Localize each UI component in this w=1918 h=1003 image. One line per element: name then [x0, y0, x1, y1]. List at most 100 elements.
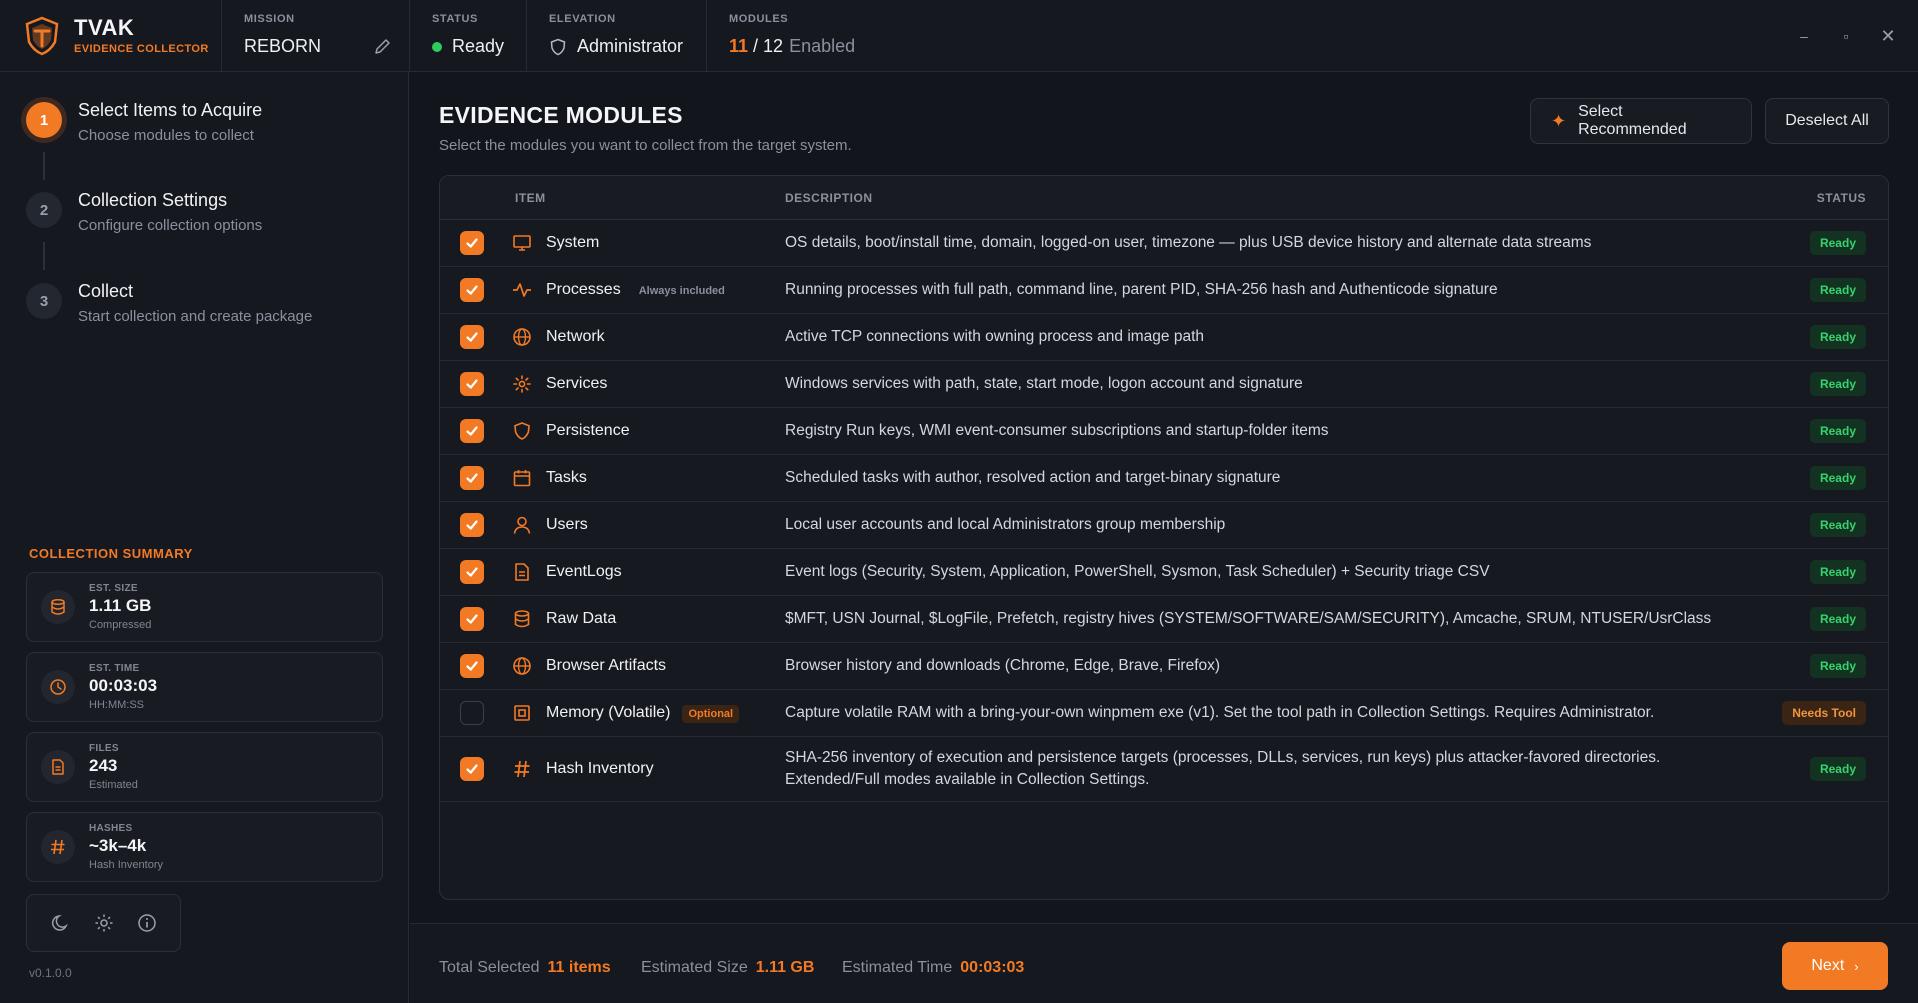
table-row[interactable]: Tasks Scheduled tasks with author, resolv… — [440, 455, 1888, 502]
close-button[interactable]: ✕ — [1878, 26, 1898, 46]
table-row[interactable]: Persistence Registry Run keys, WMI event-… — [440, 408, 1888, 455]
check-icon — [466, 567, 478, 577]
summary-sub: HH:MM:SS — [89, 699, 144, 711]
table-row[interactable]: Processes Always included Running processe… — [440, 267, 1888, 314]
deselect-all-button[interactable]: Deselect All — [1765, 98, 1889, 144]
select-recommended-button[interactable]: ✦ Select Recommended — [1530, 98, 1752, 144]
table-row[interactable]: Users Local user accounts and local Admin… — [440, 502, 1888, 549]
module-name-text: Hash Inventory — [546, 760, 654, 777]
step-number: 1 — [26, 102, 62, 138]
modules-selected-count: 11 — [729, 36, 749, 56]
module-checkbox-processes[interactable] — [460, 278, 484, 302]
module-description: OS details, boot/install time, domain, l… — [785, 234, 1592, 251]
check-icon — [466, 614, 478, 624]
module-name-text: Users — [546, 516, 588, 533]
module-checkbox-browser-artifacts[interactable] — [460, 654, 484, 678]
monitor-icon — [512, 233, 532, 253]
status-badge: Ready — [1809, 560, 1866, 584]
summary-card-hashes: HASHES ~3k–4k Hash Inventory — [26, 812, 383, 882]
file-icon — [41, 750, 75, 784]
about-button[interactable] — [135, 911, 159, 935]
brand: TVAK EVIDENCE COLLECTOR — [0, 0, 222, 71]
estimated-time: Estimated Time 00:03:03 — [842, 959, 1024, 977]
collection-summary-title: COLLECTION SUMMARY — [29, 546, 193, 561]
column-description: DESCRIPTION — [785, 191, 873, 205]
step-collect[interactable]: 3 Collect Start collection and create pa… — [26, 281, 312, 325]
status-badge: Ready — [1809, 372, 1866, 396]
elevation-label: ELEVATION — [549, 13, 616, 25]
maximize-button[interactable]: ▫ — [1836, 26, 1856, 46]
summary-sub: Hash Inventory — [89, 859, 163, 871]
status-badge: Ready — [1809, 278, 1866, 302]
status-badge: Ready — [1809, 607, 1866, 631]
settings-button[interactable] — [92, 911, 116, 935]
next-button[interactable]: Next › — [1782, 942, 1888, 990]
table-row[interactable]: EventLogs Event logs (Security, System, A… — [440, 549, 1888, 596]
module-name: Processes Always included — [546, 281, 725, 299]
summary-value: ~3k–4k — [89, 836, 147, 855]
column-status: STATUS — [1816, 191, 1866, 205]
select-recommended-label: Select Recommended — [1578, 103, 1687, 138]
module-description: Registry Run keys, WMI event-consumer su… — [785, 422, 1329, 439]
window-controls: – ▫ ✕ — [1794, 26, 1898, 46]
status-badge: Ready — [1809, 513, 1866, 537]
module-name: Network — [546, 328, 605, 346]
module-checkbox-memory-volatile[interactable] — [460, 701, 484, 725]
module-name-text: Raw Data — [546, 610, 617, 627]
step-connector — [43, 152, 45, 180]
module-checkbox-services[interactable] — [460, 372, 484, 396]
step-number: 3 — [26, 283, 62, 319]
summary-value: 00:03:03 — [89, 676, 158, 695]
edit-mission-button[interactable] — [373, 36, 393, 56]
table-row[interactable]: Network Active TCP connections with ownin… — [440, 314, 1888, 361]
estimated-size-label: Estimated Size — [641, 959, 748, 976]
step-collection-settings[interactable]: 2 Collection Settings Configure collecti… — [26, 190, 262, 234]
module-name-text: System — [546, 234, 600, 251]
step-title: Collection Settings — [78, 190, 228, 210]
step-connector — [43, 242, 45, 270]
document-icon — [512, 562, 532, 582]
top-bar: TVAK EVIDENCE COLLECTOR MISSION REBORN S… — [0, 0, 1918, 72]
module-name-text: Tasks — [546, 469, 587, 486]
module-checkbox-hash-inventory[interactable] — [460, 757, 484, 781]
status-badge: Ready — [1809, 466, 1866, 490]
mission-value: REBORN — [244, 36, 322, 56]
module-name: Raw Data — [546, 610, 616, 628]
version-label: v0.1.0.0 — [29, 966, 72, 980]
sidebar: 1 Select Items to Acquire Choose modules… — [0, 72, 409, 1003]
minimize-button[interactable]: – — [1794, 26, 1814, 46]
database-icon — [41, 590, 75, 624]
step-select-items[interactable]: 1 Select Items to Acquire Choose modules… — [26, 100, 263, 144]
app-name: TVAK — [74, 15, 135, 40]
module-checkbox-persistence[interactable] — [460, 419, 484, 443]
module-checkbox-eventlogs[interactable] — [460, 560, 484, 584]
theme-toggle-button[interactable] — [49, 911, 73, 935]
module-checkbox-raw-data[interactable] — [460, 607, 484, 631]
total-selected-label: Total Selected — [439, 959, 540, 976]
total-selected-value: 11 items — [547, 959, 611, 976]
step-title: Select Items to Acquire — [78, 100, 263, 120]
module-checkbox-users[interactable] — [460, 513, 484, 537]
table-row[interactable]: Memory (Volatile) Optional Capture volatil… — [440, 690, 1888, 737]
module-description: SHA-256 inventory of execution and persi… — [785, 749, 1661, 788]
next-label: Next — [1811, 957, 1845, 974]
module-description: Windows services with path, state, start… — [785, 375, 1303, 392]
modules-label: MODULES — [729, 13, 789, 25]
table-row[interactable]: Hash Inventory SHA-256 inventory of execu… — [440, 737, 1888, 802]
check-icon — [466, 661, 478, 671]
module-checkbox-tasks[interactable] — [460, 466, 484, 490]
module-name-text: Memory (Volatile) — [546, 704, 671, 721]
table-row[interactable]: Raw Data $MFT, USN Journal, $LogFile, Pre… — [440, 596, 1888, 643]
main-content: EVIDENCE MODULES Select the modules you … — [410, 72, 1918, 923]
module-name-text: Browser Artifacts — [546, 657, 667, 674]
module-description: Active TCP connections with owning proce… — [785, 328, 1205, 345]
module-description: Event logs (Security, System, Applicatio… — [785, 563, 1490, 580]
module-checkbox-network[interactable] — [460, 325, 484, 349]
module-badge: Always included — [638, 285, 725, 297]
table-row[interactable]: Browser Artifacts Browser history and dow… — [440, 643, 1888, 690]
module-checkbox-system[interactable] — [460, 231, 484, 255]
summary-label: FILES — [89, 743, 119, 754]
info-icon — [137, 914, 156, 932]
table-row[interactable]: System OS details, boot/install time, dom… — [440, 220, 1888, 267]
table-row[interactable]: Services Windows services with path, stat… — [440, 361, 1888, 408]
